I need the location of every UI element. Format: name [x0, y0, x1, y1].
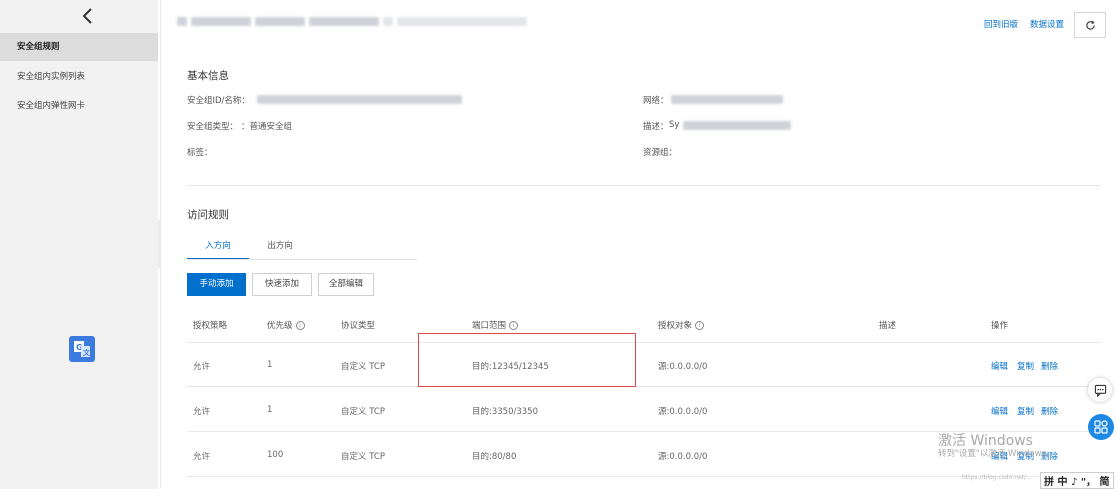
- cell-source: 源:0.0.0.0/0: [658, 362, 708, 372]
- cell-policy: 允许: [193, 407, 211, 417]
- column-header-actions: 操作: [991, 321, 1009, 331]
- resource-group-label: 资源组：: [643, 148, 678, 158]
- manual-add-button[interactable]: 手动添加: [187, 273, 246, 296]
- security-group-type-label: 安全组类型：: [187, 122, 239, 132]
- tags-label: 标签：: [187, 148, 213, 158]
- description-redacted: [683, 121, 791, 130]
- edit-link[interactable]: 编辑: [991, 405, 1008, 417]
- cell-priority: 1: [267, 360, 273, 370]
- apps-grid-icon: [1094, 420, 1108, 434]
- column-header-source: 授权对象 i: [658, 310, 705, 342]
- info-icon[interactable]: i: [509, 321, 519, 330]
- cell-port-range: 目的:3350/3350: [472, 407, 538, 417]
- cell-protocol: 自定义 TCP: [341, 362, 385, 372]
- column-header-description: 描述: [879, 321, 897, 331]
- edit-all-button[interactable]: 全部编辑: [318, 273, 374, 296]
- description-label: 描述：: [643, 122, 669, 132]
- back-button[interactable]: [78, 6, 98, 26]
- cell-source: 源:0.0.0.0/0: [658, 452, 708, 462]
- chat-icon: [1094, 384, 1106, 397]
- column-header-policy: 授权策略: [193, 321, 228, 331]
- tabs-underline: [187, 259, 417, 260]
- tab-inbound[interactable]: 入方向: [187, 238, 249, 260]
- refresh-icon: [1085, 20, 1095, 30]
- delete-link[interactable]: 删除: [1041, 360, 1058, 372]
- sidebar-item-eni[interactable]: 安全组内弹性网卡: [0, 92, 158, 120]
- cell-priority: 100: [267, 450, 284, 460]
- copy-link[interactable]: 复制: [1017, 405, 1034, 417]
- back-to-old-version-link[interactable]: 回到旧版: [984, 18, 1018, 30]
- translate-icon[interactable]: G文: [69, 336, 95, 362]
- description-prefix: Sy: [669, 120, 680, 130]
- security-group-id-redacted: [257, 95, 462, 104]
- page-title-redacted: [177, 15, 527, 27]
- refresh-button[interactable]: [1074, 12, 1106, 38]
- security-group-id-label: 安全组ID/名称：: [187, 96, 250, 106]
- access-rules-title: 访问规则: [187, 209, 229, 221]
- chat-float-button[interactable]: [1088, 378, 1112, 402]
- cell-port-range: 目的:80/80: [472, 452, 517, 462]
- delete-link[interactable]: 删除: [1041, 405, 1058, 417]
- quick-add-button[interactable]: 快速添加: [252, 273, 312, 296]
- apps-float-button[interactable]: [1088, 414, 1114, 440]
- annotation-highlight-box: [418, 333, 636, 387]
- row-divider: [187, 342, 1101, 343]
- sidebar-item-instances[interactable]: 安全组内实例列表: [0, 63, 158, 91]
- ime-toolbar[interactable]: 拼 中 ♪ "， 简: [1040, 472, 1114, 489]
- row-divider: [187, 386, 1101, 387]
- sidebar-item-security-group-rules[interactable]: 安全组规则: [0, 33, 158, 61]
- copy-link[interactable]: 复制: [1017, 360, 1034, 372]
- column-header-protocol: 协议类型: [341, 321, 376, 331]
- info-icon[interactable]: i: [295, 321, 305, 330]
- blog-url-watermark: https://blog.csdn.net/...: [962, 474, 1032, 481]
- security-group-type-value: ：普通安全组: [241, 122, 293, 132]
- main-content: 回到旧版 数据设置 基本信息 安全组ID/名称： 安全组类型： ：普通安全组 标…: [160, 0, 1116, 489]
- svg-text:文: 文: [83, 348, 91, 357]
- cell-priority: 1: [267, 405, 273, 415]
- cell-policy: 允许: [193, 362, 211, 372]
- cell-protocol: 自定义 TCP: [341, 452, 385, 462]
- chevron-left-icon: [82, 8, 92, 24]
- windows-activation-watermark-subtitle: 转到"设置"以激活 Windows。: [938, 449, 1055, 459]
- cell-policy: 允许: [193, 452, 211, 462]
- column-header-priority: 优先级 i: [267, 310, 305, 342]
- info-icon[interactable]: i: [695, 321, 705, 330]
- basic-info-title: 基本信息: [187, 70, 229, 82]
- ime-toolbar-label: 拼 中 ♪ "， 简: [1044, 477, 1110, 488]
- network-redacted: [671, 95, 783, 104]
- section-divider: [187, 185, 1100, 186]
- tab-outbound[interactable]: 出方向: [249, 238, 311, 260]
- cell-source: 源:0.0.0.0/0: [658, 407, 708, 417]
- data-settings-link[interactable]: 数据设置: [1030, 18, 1064, 30]
- sidebar: 安全组规则 安全组内实例列表 安全组内弹性网卡 G文: [0, 0, 158, 489]
- network-label: 网络：: [643, 96, 669, 106]
- cell-protocol: 自定义 TCP: [341, 407, 385, 417]
- edit-link[interactable]: 编辑: [991, 360, 1008, 372]
